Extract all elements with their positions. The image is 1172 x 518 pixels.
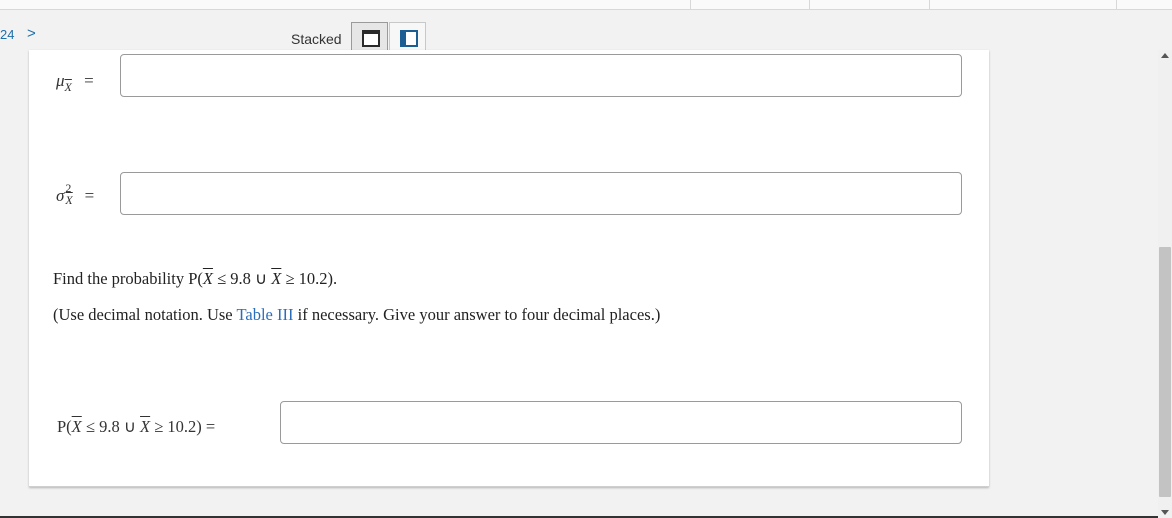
- answer-x2: X: [140, 417, 151, 436]
- side-by-side-layout-icon: [400, 30, 418, 47]
- mean-input[interactable]: [121, 55, 961, 96]
- mu-subscript: X: [64, 80, 72, 94]
- scroll-up-arrow-icon[interactable]: [1161, 53, 1169, 58]
- mu-equals: =: [84, 71, 94, 90]
- variance-label: σ2X =: [56, 181, 95, 208]
- top-bar-divider: [809, 0, 810, 9]
- instructions-text: (Use decimal notation. Use Table III if …: [53, 305, 660, 325]
- top-bar-divider: [1116, 0, 1117, 9]
- sigma-equals: =: [84, 186, 95, 205]
- question-prefix: Find the probability P(: [53, 269, 203, 288]
- view-mode-label: Stacked: [291, 31, 342, 47]
- stacked-layout-icon: [362, 30, 380, 47]
- variance-input-box[interactable]: [120, 172, 962, 215]
- question-mid: ≤ 9.8 ∪: [212, 269, 272, 288]
- instructions-before: (Use decimal notation. Use: [53, 305, 237, 324]
- question-number: 24: [0, 27, 15, 42]
- mean-label: μX =: [56, 71, 94, 94]
- question-suffix: ≥ 10.2).: [281, 269, 338, 288]
- probability-input[interactable]: [281, 402, 961, 443]
- sigma-subscript: X: [65, 193, 73, 208]
- question-x1: X: [202, 269, 213, 288]
- next-question-chevron-icon[interactable]: >: [27, 25, 36, 42]
- answer-mid: ≤ 9.8 ∪: [81, 417, 141, 436]
- answer-label: P(X ≤ 9.8 ∪ X ≥ 10.2) =: [57, 417, 215, 437]
- top-bar-divider: [929, 0, 930, 9]
- instructions-after: if necessary. Give your answer to four d…: [293, 305, 661, 324]
- question-x2: X: [271, 269, 282, 288]
- variance-input[interactable]: [121, 173, 961, 214]
- scrollbar-thumb[interactable]: [1159, 247, 1171, 497]
- top-bar: [0, 0, 1172, 10]
- answer-prefix: P(: [57, 417, 72, 436]
- sigma-symbol: σ: [56, 186, 65, 205]
- mu-symbol: μ: [56, 71, 65, 90]
- question-text: Find the probability P(X ≤ 9.8 ∪ X ≥ 10.…: [53, 269, 337, 289]
- vertical-scrollbar[interactable]: [1158, 50, 1172, 518]
- answer-x1: X: [71, 417, 82, 436]
- answer-suffix: ≥ 10.2) =: [150, 417, 216, 436]
- top-bar-divider: [690, 0, 691, 9]
- table-iii-link[interactable]: Table III: [236, 305, 293, 324]
- question-panel: μX = σ2X = Find the probability P(X ≤ 9.…: [29, 50, 989, 487]
- scroll-down-arrow-icon[interactable]: [1161, 510, 1169, 515]
- mean-input-box[interactable]: [120, 54, 962, 97]
- probability-input-box[interactable]: [280, 401, 962, 444]
